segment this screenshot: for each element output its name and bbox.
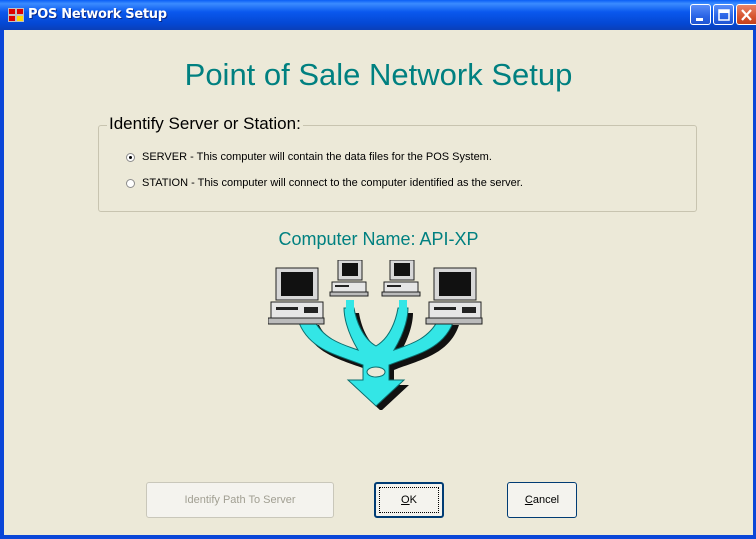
ok-button[interactable]: OK [374,482,444,518]
station-radio-label: STATION - This computer will connect to … [142,177,523,189]
station-radio-option[interactable]: STATION - This computer will connect to … [126,177,523,189]
server-station-groupbox [98,125,697,212]
focus-rect [379,487,439,513]
title-bar[interactable]: POS Network Setup [0,0,756,30]
maximize-button[interactable] [713,4,734,25]
cancel-mnemonic: C [524,494,533,506]
maximize-icon [718,9,730,21]
close-icon [741,9,752,21]
station-radio-button[interactable] [126,178,135,188]
page-title: Point of Sale Network Setup [184,57,573,92]
server-radio-button[interactable] [126,152,135,162]
server-radio-label: SERVER - This computer will contain the … [142,151,492,163]
network-computers-icon [268,260,483,410]
groupbox-legend: Identify Server or Station: [107,114,303,134]
pos-network-setup-window: POS Network Setup Point of Sale Network … [0,0,756,539]
close-button[interactable] [736,4,756,25]
cancel-label-rest: ancel [532,494,560,506]
app-icon [8,7,24,23]
computer-name-label: Computer Name: API-XP [278,229,479,249]
dialog-client-area: Point of Sale Network Setup Identify Ser… [4,30,753,535]
server-radio-option[interactable]: SERVER - This computer will contain the … [126,151,492,163]
window-title: POS Network Setup [28,7,167,22]
minimize-button[interactable] [690,4,711,25]
minimize-icon [696,18,703,21]
identify-path-button[interactable]: Identify Path To Server [146,482,334,518]
cancel-button[interactable]: Cancel [507,482,577,518]
